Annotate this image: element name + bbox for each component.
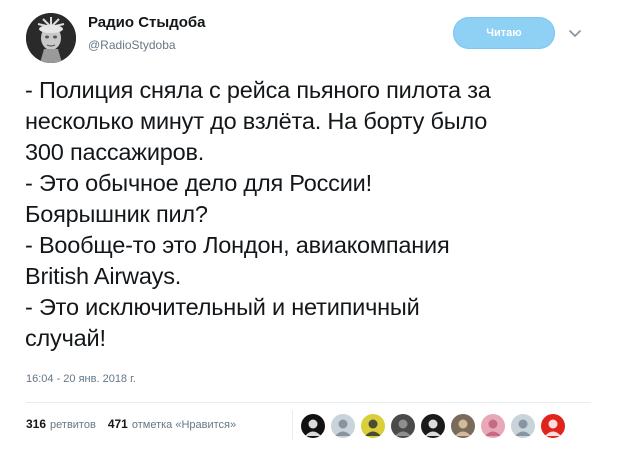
user-handle[interactable]: @RadioStydoba — [88, 38, 176, 52]
liker-avatar-1[interactable] — [301, 414, 325, 438]
tweet-text: - Полиция сняла с рейса пьяного пилота з… — [25, 75, 605, 354]
tweet-text-line: - Вообще-то это Лондон, авиакомпания — [25, 232, 450, 258]
tweet-text-line: - Это обычное дело для России! — [25, 170, 372, 196]
liker-avatar-4[interactable] — [391, 414, 415, 438]
liker-avatar-3[interactable] — [361, 414, 385, 438]
display-name[interactable]: Радио Стыдоба — [88, 14, 206, 31]
liker-avatar-7[interactable] — [481, 414, 505, 438]
liker-avatar-5[interactable] — [421, 414, 445, 438]
tweet-text-line: случай! — [25, 325, 106, 351]
tweet-stats: 316 ретвитов 471 отметка «Нравится» — [26, 417, 248, 431]
liker-avatar-8[interactable] — [511, 414, 535, 438]
tweet-text-line: 300 пассажиров. — [25, 139, 205, 165]
tweet-card: Радио Стыдоба @RadioStydoba Читаю - Поли… — [0, 0, 623, 456]
following-button[interactable]: Читаю — [453, 17, 555, 49]
likes-label[interactable]: отметка «Нравится» — [132, 419, 236, 431]
tweet-text-line: несколько минут до взлёта. На борту было — [25, 108, 488, 134]
retweets-count[interactable]: 316 — [26, 417, 46, 431]
tweet-text-line: British Airways. — [25, 263, 182, 289]
chevron-down-icon[interactable] — [568, 26, 582, 37]
liker-avatars — [301, 414, 571, 440]
retweets-label[interactable]: ретвитов — [50, 419, 96, 431]
liker-avatar-9[interactable] — [541, 414, 565, 438]
liker-avatar-6[interactable] — [451, 414, 475, 438]
likes-count[interactable]: 471 — [108, 417, 128, 431]
tweet-text-line: Боярышник пил? — [25, 201, 208, 227]
divider — [26, 402, 591, 403]
tweet-text-line: - Полиция сняла с рейса пьяного пилота з… — [25, 77, 491, 103]
tweet-timestamp[interactable]: 16:04 - 20 янв. 2018 г. — [26, 373, 136, 385]
statue-of-liberty-avatar-icon[interactable] — [26, 13, 76, 63]
liker-avatar-2[interactable] — [331, 414, 355, 438]
tweet-text-line: - Это исключительный и нетипичный — [25, 294, 420, 320]
stats-separator — [292, 410, 293, 440]
